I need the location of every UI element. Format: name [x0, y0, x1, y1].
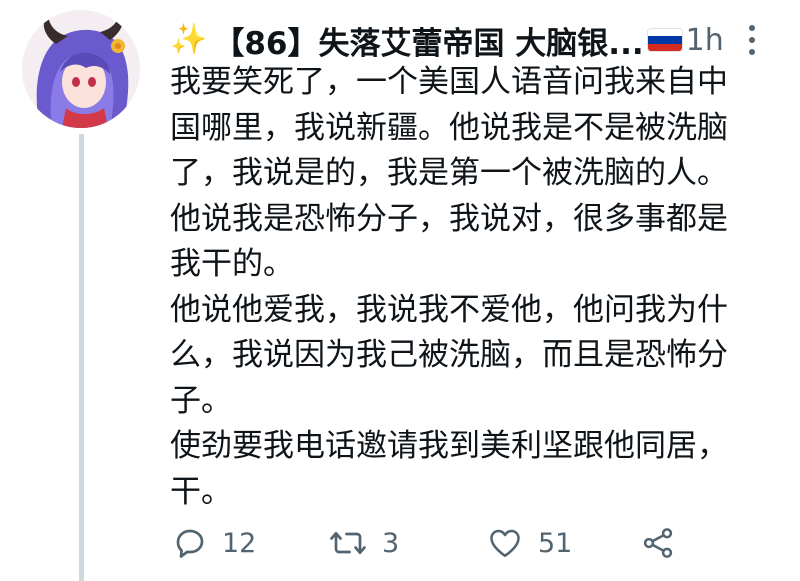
tweet-text: 我要笑死了，一个美国人语音问我来自中 国哪里，我说新疆。他说我是不是被洗脑 了，… — [170, 60, 780, 515]
reply-count: 12 — [222, 527, 257, 559]
retweet-button[interactable]: 3 — [328, 520, 399, 566]
tweet-header: ✨ 【86】失落艾蕾帝国 大脑银... 1h — [170, 16, 780, 64]
tweet-text-line: 了，我说是的，我是第一个被洗脑的人。 — [170, 155, 728, 191]
more-dots-icon[interactable] — [742, 18, 762, 62]
like-count: 51 — [538, 527, 573, 559]
share-icon — [643, 528, 673, 558]
action-bar: 12 3 51 — [172, 520, 772, 566]
tweet-text-line: 干。 — [170, 473, 232, 510]
heart-icon — [490, 529, 520, 558]
sparkle-icon: ✨ — [170, 22, 208, 57]
timestamp[interactable]: 1h — [686, 23, 724, 58]
share-button[interactable] — [640, 520, 676, 566]
reply-button[interactable]: 12 — [172, 520, 256, 566]
tweet-text-line: 使劲要我电话邀请我到美利坚跟他同居， — [170, 428, 728, 464]
avatar-image — [22, 10, 140, 128]
like-button[interactable]: 51 — [486, 520, 572, 566]
tweet-card[interactable]: ✨ 【86】失落艾蕾帝国 大脑银... 1h 我要笑死了，一个美国人语音问我来自… — [0, 0, 800, 581]
tweet-text-line: 他说我是恐怖分子，我说对，很多事都是 — [170, 200, 728, 237]
tweet-text-line: 么，我说因为我己被洗脑，而且是恐怖分 — [170, 337, 728, 373]
tweet-text-line: 他说他爱我，我说我不爱他，他问我为什 — [170, 291, 728, 328]
tweet-text-line: 我干的。 — [170, 246, 294, 282]
tweet-text-line: 国哪里，我说新疆。他说我是不是被洗脑 — [170, 109, 728, 146]
avatar[interactable] — [22, 10, 140, 128]
reply-icon — [176, 529, 204, 558]
retweet-count: 3 — [382, 527, 400, 559]
thread-line — [79, 134, 84, 581]
tweet-text-line: 子。 — [170, 382, 232, 419]
russia-flag-icon — [647, 29, 682, 51]
retweet-icon — [330, 531, 366, 555]
display-name[interactable]: 【86】失落艾蕾帝国 大脑银... — [213, 18, 643, 63]
tweet-text-line: 我要笑死了，一个美国人语音问我来自中 — [170, 64, 728, 100]
